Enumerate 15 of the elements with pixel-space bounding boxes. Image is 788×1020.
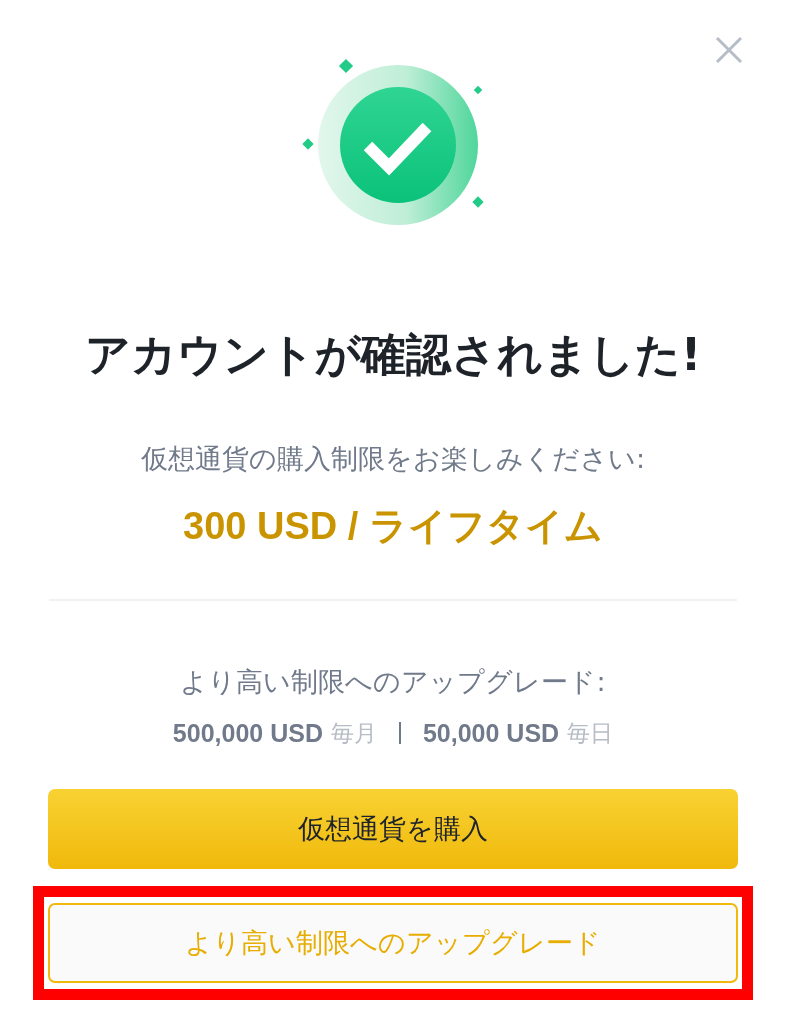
limit-period: 毎日 <box>567 719 614 748</box>
limit-amount: 50,000 USD <box>422 718 560 749</box>
diamond-icon <box>472 196 484 208</box>
limit-period: 毎月 <box>330 719 377 748</box>
close-icon <box>715 36 743 64</box>
buy-button[interactable]: 仮想通貨を購入 <box>48 789 738 869</box>
dialog-title: アカウントが確認されました! <box>84 327 702 383</box>
diamond-icon <box>473 85 483 95</box>
current-limit: 300 USD / ライフタイム <box>183 504 603 549</box>
limit-amount: 500,000 USD <box>172 718 323 749</box>
limit-caption: 仮想通貨の購入制限をお楽しみください: <box>140 442 646 476</box>
diamond-icon <box>302 138 314 150</box>
close-button[interactable] <box>715 36 743 64</box>
upgrade-caption: より高い制限へのアップグレード: <box>180 665 606 699</box>
check-circle-icon <box>318 65 478 225</box>
